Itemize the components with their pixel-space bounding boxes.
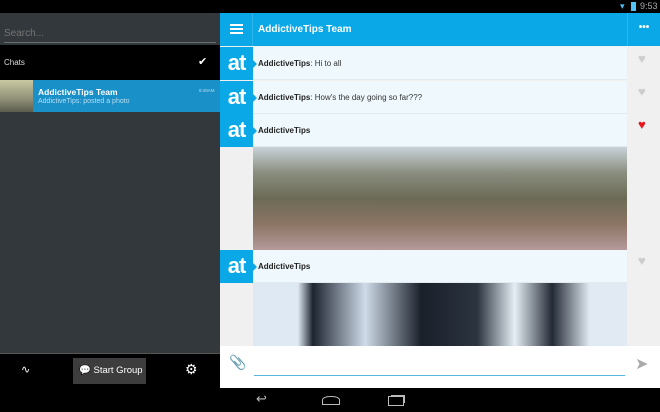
message-text: AddictiveTips: How's the day going so fa… — [258, 93, 423, 102]
message-sender: AddictiveTips — [258, 126, 311, 135]
avatar: at — [220, 47, 257, 80]
conversation-header: AddictiveTips Team ••• — [220, 13, 660, 46]
check-icon: ✔ — [198, 56, 208, 68]
sidebar: Chats ✔ AddictiveTips Team AddictiveTips… — [0, 13, 220, 388]
avatar: at — [220, 81, 257, 114]
message-row: at AddictiveTips — [220, 250, 627, 283]
section-label: Chats — [4, 58, 25, 67]
clock: 9:53 — [640, 1, 658, 11]
avatar: at — [220, 114, 257, 147]
chat-list-item[interactable]: AddictiveTips Team AddictiveTips: posted… — [0, 80, 220, 112]
overflow-menu-button[interactable]: ••• — [627, 13, 660, 46]
battery-icon — [631, 2, 636, 11]
chat-time: 8:49AM — [199, 88, 215, 93]
back-icon[interactable]: ↩ — [256, 391, 267, 407]
home-icon[interactable] — [322, 396, 340, 405]
message-row: at AddictiveTips: Hi to all — [220, 47, 627, 80]
search-input[interactable] — [4, 21, 216, 43]
hamburger-icon — [230, 24, 243, 26]
like-heart-icon[interactable]: ♥ — [638, 51, 646, 66]
paperclip-icon[interactable]: 📎 — [229, 354, 246, 371]
penguins-photo[interactable] — [253, 283, 627, 346]
recents-icon[interactable] — [388, 396, 404, 406]
avatar: at — [220, 250, 257, 283]
activity-icon[interactable]: ∿ — [21, 363, 30, 376]
chat-preview: AddictiveTips: posted a photo — [38, 98, 130, 105]
send-icon[interactable]: ➤ — [635, 354, 648, 374]
message-text: AddictiveTips: Hi to all — [258, 59, 342, 68]
like-heart-icon[interactable]: ♥ — [638, 84, 646, 99]
start-group-label: Start Group — [93, 365, 143, 376]
chat-name: AddictiveTips Team — [38, 87, 118, 97]
wifi-icon: ▾ — [620, 1, 625, 11]
compose-bar: 📎 ➤ — [220, 346, 660, 388]
message-row: at AddictiveTips: How's the day going so… — [220, 81, 627, 114]
message-input[interactable] — [254, 354, 625, 376]
start-group-button[interactable]: 💬 Start Group — [73, 358, 146, 384]
conversation-title: AddictiveTips Team — [258, 24, 352, 35]
like-heart-icon[interactable]: ♥ — [638, 253, 646, 268]
chat-thumbnail — [0, 80, 33, 112]
status-bar: ▾ 9:53 — [0, 0, 660, 13]
chat-bubbles-icon: 💬 — [79, 365, 91, 376]
conversation-pane: AddictiveTips Team ••• at AddictiveTips:… — [220, 13, 660, 388]
menu-button[interactable] — [220, 13, 253, 46]
chats-section-header[interactable]: Chats ✔ — [0, 45, 220, 80]
navigation-bar: ↩ — [0, 388, 660, 412]
great-wall-photo[interactable] — [253, 147, 627, 250]
message-row: at AddictiveTips — [220, 114, 627, 147]
message-sender: AddictiveTips — [258, 262, 311, 271]
gear-icon[interactable]: ⚙ — [185, 361, 198, 378]
sidebar-toolbar: ∿ 💬 Start Group ⚙ — [0, 353, 220, 388]
liked-heart-icon[interactable]: ♥ — [638, 117, 646, 132]
